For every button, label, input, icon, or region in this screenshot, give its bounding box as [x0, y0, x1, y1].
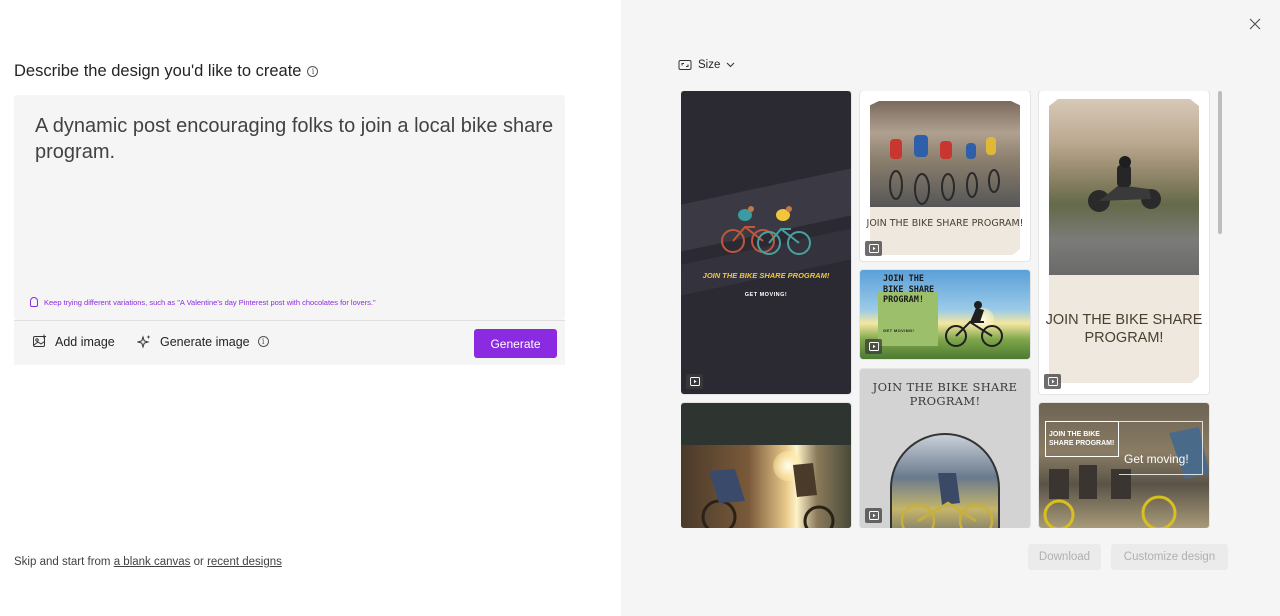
scrollbar[interactable]: [1218, 91, 1222, 234]
close-icon[interactable]: [1248, 17, 1262, 31]
lightbulb-icon: [30, 297, 38, 307]
video-badge: [865, 508, 882, 523]
add-image-button[interactable]: Add image: [32, 334, 115, 349]
card-title: JOIN THE BIKE SHARE PROGRAM!: [702, 271, 830, 280]
video-badge: [865, 339, 882, 354]
video-badge: [686, 374, 703, 389]
prompt-panel: Describe the design you'd like to create…: [0, 0, 621, 616]
blank-canvas-link[interactable]: a blank canvas: [114, 556, 191, 568]
cyclist-graphic: [900, 473, 994, 528]
prompt-input[interactable]: A dynamic post encouraging folks to join…: [14, 95, 565, 320]
cyclist-silhouette: [945, 301, 1003, 347]
customize-design-button[interactable]: Customize design: [1111, 544, 1228, 570]
resize-icon: [678, 60, 692, 70]
info-icon[interactable]: i: [257, 336, 269, 347]
generate-button[interactable]: Generate: [474, 329, 557, 358]
card-subtitle: GET MOVING!: [883, 328, 915, 333]
card-title: JOIN THE BIKE SHARE PROGRAM!: [1045, 312, 1203, 346]
design-card-4[interactable]: JOIN THE BIKE SHARE PROGRAM!: [1039, 91, 1209, 394]
video-badge: [865, 241, 882, 256]
skip-prefix: Skip and start from: [14, 556, 111, 568]
add-image-icon: [33, 334, 46, 347]
skip-or: or: [193, 556, 204, 568]
card-subtitle: Get moving!: [1124, 452, 1189, 466]
video-icon: [1047, 377, 1058, 386]
prompt-text[interactable]: A dynamic post encouraging folks to join…: [35, 113, 555, 165]
cyclists-silhouette: [701, 463, 835, 528]
card-title: JOIN THE BIKE SHARE PROGRAM!: [872, 380, 1018, 408]
info-icon[interactable]: i: [307, 66, 319, 77]
design-grid: JOIN THE BIKE SHARE PROGRAM! GET MOVING!…: [681, 91, 1211, 528]
cyclists-illustration: [721, 206, 811, 255]
tip-text: Keep trying different variations, such a…: [44, 297, 376, 307]
size-label: Size: [698, 59, 721, 71]
generate-image-button[interactable]: Generate image i: [137, 334, 269, 349]
prompt-action-bar: Add image Generate image i Generate: [14, 320, 565, 365]
designs-panel: Size JOIN THE BIKE SHARE PROGRAM! GET MO…: [621, 0, 1280, 616]
design-card-6[interactable]: JOIN THE BIKE SHARE PROGRAM!: [860, 369, 1030, 528]
design-card-2[interactable]: JOIN THE BIKE SHARE PROGRAM!: [860, 91, 1030, 261]
chevron-down-icon: [726, 62, 735, 68]
skip-line: Skip and start from a blank canvas or re…: [14, 556, 282, 568]
generate-image-label: Generate image: [160, 334, 250, 349]
design-card-5[interactable]: [681, 403, 851, 528]
design-card-7[interactable]: JOIN THE BIKE SHARE PROGRAM! Get moving!: [1039, 403, 1209, 528]
caption-panel: [870, 207, 1020, 255]
card-title: JOIN THE BIKE SHARE PROGRAM!: [883, 274, 935, 305]
video-icon: [689, 377, 700, 386]
page-title-text: Describe the design you'd like to create: [14, 62, 302, 80]
video-icon: [868, 342, 879, 351]
bike-wheels-graphic: [889, 135, 1000, 205]
card-title: JOIN THE BIKE SHARE PROGRAM!: [866, 218, 1024, 229]
video-icon: [868, 244, 879, 253]
subtitle-frame: [1119, 421, 1203, 475]
motorcycle-graphic: [1088, 156, 1161, 212]
page-title: Describe the design you'd like to create…: [14, 62, 319, 81]
design-card-3[interactable]: JOIN THE BIKE SHARE PROGRAM! GET MOVING!: [860, 270, 1030, 359]
video-badge: [1044, 374, 1061, 389]
card-subtitle: GET MOVING!: [744, 292, 788, 298]
sparkle-icon: [137, 335, 151, 349]
video-icon: [868, 511, 879, 520]
size-dropdown[interactable]: Size: [678, 59, 735, 71]
download-button[interactable]: Download: [1028, 544, 1101, 570]
card-title: JOIN THE BIKE SHARE PROGRAM!: [1049, 431, 1115, 447]
recent-designs-link[interactable]: recent designs: [207, 556, 282, 568]
add-image-label: Add image: [55, 334, 115, 349]
tip-message: Keep trying different variations, such a…: [30, 297, 376, 307]
design-card-1[interactable]: JOIN THE BIKE SHARE PROGRAM! GET MOVING!: [681, 91, 851, 394]
